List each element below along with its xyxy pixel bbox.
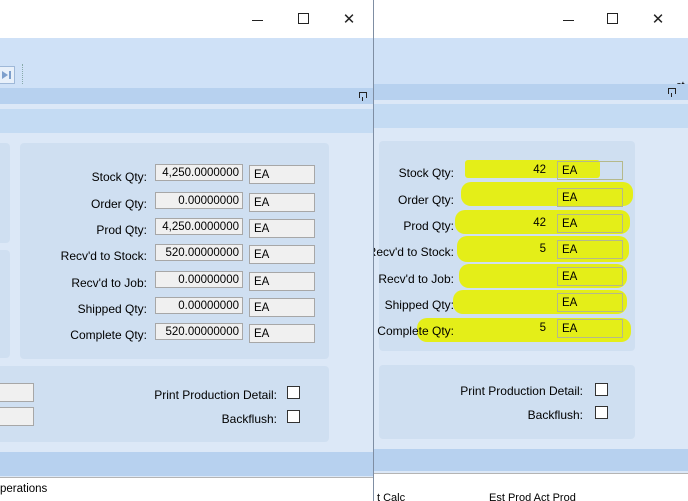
order-qty-field[interactable] xyxy=(461,188,550,205)
order-qty-uom[interactable]: EA xyxy=(557,188,623,207)
front-tabstrip: perations xyxy=(0,477,373,501)
complete-qty-uom[interactable]: EA xyxy=(249,324,315,343)
prod-qty-field[interactable]: 4,250.0000000 xyxy=(155,218,243,235)
prod-qty-uom[interactable]: EA xyxy=(249,219,315,238)
stock-qty-label: Stock Qty: xyxy=(398,166,454,180)
tab-fragment[interactable]: t Calc xyxy=(377,492,405,501)
front-window-titlebar: ✕ xyxy=(0,0,373,38)
shipped-qty-uom[interactable]: EA xyxy=(557,293,623,312)
order-qty-label: Order Qty: xyxy=(90,197,147,211)
tab-operations[interactable]: perations xyxy=(0,483,47,495)
recvd-to-job-label: Recv'd to Job: xyxy=(378,272,454,286)
backflush-label: Backflush: xyxy=(527,408,583,422)
recvd-to-stock-label: Recv'd to Stock: xyxy=(60,249,147,263)
print-production-detail-label: Print Production Detail: xyxy=(460,384,583,398)
print-production-detail-label: Print Production Detail: xyxy=(154,388,277,402)
stock-qty-field[interactable]: 42 xyxy=(461,161,550,178)
last-record-icon[interactable] xyxy=(0,66,15,84)
maximize-icon[interactable] xyxy=(597,8,629,30)
recvd-to-job-label: Recv'd to Job: xyxy=(71,276,147,290)
shipped-qty-field[interactable] xyxy=(461,293,550,310)
pin-icon[interactable] xyxy=(667,88,676,97)
back-header-bar xyxy=(373,84,688,100)
front-left-panel-bottom xyxy=(0,250,10,358)
minimize-icon[interactable] xyxy=(242,8,274,30)
front-section-bar xyxy=(0,109,373,133)
complete-qty-label: Complete Qty: xyxy=(377,324,454,338)
back-footer-bar xyxy=(373,449,688,471)
prod-qty-field[interactable]: 42 xyxy=(461,214,550,231)
complete-qty-label: Complete Qty: xyxy=(70,328,147,342)
prod-qty-uom[interactable]: EA xyxy=(557,214,623,233)
back-window: ✕ ct Stock Qty: Order Qty: Prod Qty: Rec… xyxy=(372,0,688,501)
recvd-to-stock-field[interactable]: 5 xyxy=(461,240,550,257)
complete-qty-field[interactable]: 5 xyxy=(461,319,550,336)
back-window-titlebar: ✕ xyxy=(373,0,688,38)
front-options-panel xyxy=(0,366,329,442)
pin-icon[interactable] xyxy=(358,92,367,101)
stock-qty-label: Stock Qty: xyxy=(91,170,147,184)
close-icon[interactable]: ✕ xyxy=(642,8,674,30)
recvd-to-stock-field[interactable]: 520.00000000 xyxy=(155,244,243,261)
left-field-2[interactable] xyxy=(0,407,34,426)
toolbar-separator xyxy=(22,64,25,84)
recvd-to-job-uom[interactable]: EA xyxy=(249,272,315,291)
back-tabstrip: t Calc Est Prod Act Prod xyxy=(373,473,688,501)
close-icon[interactable]: ✕ xyxy=(333,8,365,30)
shipped-qty-field[interactable]: 0.00000000 xyxy=(155,297,243,314)
complete-qty-uom[interactable]: EA xyxy=(557,319,623,338)
shipped-qty-label: Shipped Qty: xyxy=(384,298,454,312)
stock-qty-uom[interactable]: EA xyxy=(557,161,623,180)
prod-qty-label: Prod Qty: xyxy=(403,219,454,233)
front-toolbar xyxy=(0,38,373,88)
recvd-to-job-uom[interactable]: EA xyxy=(557,267,623,286)
order-qty-label: Order Qty: xyxy=(397,193,454,207)
back-options-panel xyxy=(379,365,635,439)
recvd-to-stock-label: Recv'd to Stock: xyxy=(372,245,454,259)
order-qty-uom[interactable]: EA xyxy=(249,193,315,212)
back-toolbar: ct xyxy=(373,38,688,92)
backflush-checkbox[interactable] xyxy=(595,406,608,419)
print-production-detail-checkbox[interactable] xyxy=(595,383,608,396)
tab-fragment-2[interactable]: Est Prod Act Prod xyxy=(489,492,576,501)
order-qty-field[interactable]: 0.00000000 xyxy=(155,192,243,209)
recvd-to-stock-uom[interactable]: EA xyxy=(557,240,623,259)
backflush-label: Backflush: xyxy=(221,412,277,426)
prod-qty-label: Prod Qty: xyxy=(96,223,147,237)
back-section-bar xyxy=(373,104,688,128)
backflush-checkbox[interactable] xyxy=(287,410,300,423)
recvd-to-job-field[interactable] xyxy=(461,267,550,284)
recvd-to-stock-uom[interactable]: EA xyxy=(249,245,315,264)
front-footer-bar xyxy=(0,452,373,476)
front-left-panel-top xyxy=(0,143,10,243)
print-production-detail-checkbox[interactable] xyxy=(287,386,300,399)
stock-qty-field[interactable]: 4,250.0000000 xyxy=(155,164,243,181)
stock-qty-uom[interactable]: EA xyxy=(249,165,315,184)
shipped-qty-uom[interactable]: EA xyxy=(249,298,315,317)
maximize-icon[interactable] xyxy=(288,8,320,30)
minimize-icon[interactable] xyxy=(553,8,585,30)
recvd-to-job-field[interactable]: 0.00000000 xyxy=(155,271,243,288)
left-field-1[interactable] xyxy=(0,383,34,402)
shipped-qty-label: Shipped Qty: xyxy=(77,302,147,316)
front-window: ✕ Stock Qty: Order Qty: Prod Qty: Recv'd… xyxy=(0,0,374,501)
front-header-bar xyxy=(0,88,373,104)
complete-qty-field[interactable]: 520.00000000 xyxy=(155,323,243,340)
